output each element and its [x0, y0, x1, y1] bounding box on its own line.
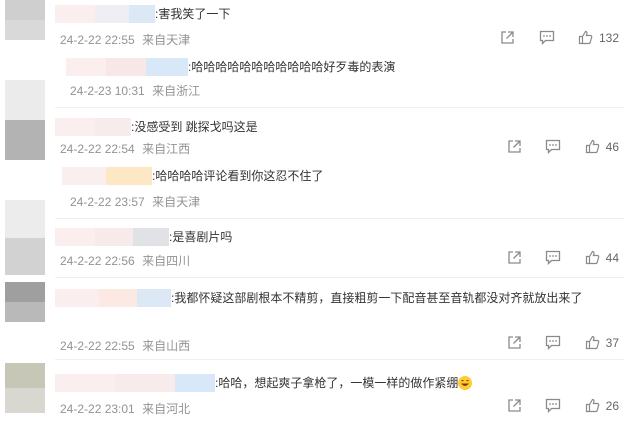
timestamp: 24-2-23 10:31 — [70, 84, 145, 98]
reply-meta: 24-2-23 10:31 来自浙江 — [70, 82, 200, 99]
timestamp: 24-2-22 22:56 — [60, 254, 135, 268]
comment-meta: 24-2-22 22:56 来自四川 — [60, 252, 190, 269]
location: 来自天津 — [152, 195, 201, 209]
like-count: 37 — [605, 335, 619, 350]
comment-actions: 37 — [487, 335, 619, 351]
comment-meta: 24-2-22 22:55 来自山西 — [60, 337, 190, 354]
location: 来自江西 — [142, 142, 191, 156]
comment-body: :我都怀疑这部剧根本不精剪，直接粗剪一下配音甚至音轨都没对齐就放出来了 — [55, 289, 620, 307]
comment-text: :我都怀疑这部剧根本不精剪，直接粗剪一下配音甚至音轨都没对齐就放出来了 — [171, 291, 583, 305]
comment-meta: 24-2-22 22:55 来自天津 — [60, 31, 190, 48]
divider — [55, 277, 624, 278]
comment-actions: 26 — [487, 398, 619, 414]
divider — [55, 107, 624, 108]
reply-body: :哈哈哈哈哈哈哈哈哈哈哈好歹毒的表演 — [66, 58, 395, 76]
avatar[interactable] — [5, 282, 45, 322]
like-button[interactable]: 44 — [585, 250, 619, 265]
timestamp: 24-2-22 23:57 — [70, 195, 145, 209]
avatar[interactable] — [5, 363, 45, 413]
avatar[interactable] — [5, 200, 45, 275]
location: 来自河北 — [142, 402, 191, 416]
thumbs-up-icon — [578, 31, 593, 45]
comment-body: :是喜剧片吗 — [55, 228, 232, 246]
thumbs-up-icon — [585, 399, 599, 413]
comment-meta: 24-2-22 23:01 来自河北 — [60, 400, 190, 417]
comment-icon[interactable] — [545, 139, 561, 155]
thumbs-up-icon — [585, 140, 599, 154]
timestamp: 24-2-22 23:01 — [60, 402, 135, 416]
comment-icon[interactable] — [545, 250, 561, 266]
divider — [55, 359, 624, 360]
reply-meta: 24-2-22 23:57 来自天津 — [70, 193, 200, 210]
like-button[interactable]: 26 — [585, 398, 619, 413]
reply-text: :哈哈哈哈哈哈哈哈哈哈哈好歹毒的表演 — [188, 60, 396, 74]
username[interactable] — [62, 167, 152, 185]
comment-icon[interactable] — [545, 335, 561, 351]
grinning-emoji-icon — [458, 376, 473, 390]
like-count: 26 — [605, 398, 619, 413]
like-button[interactable]: 46 — [585, 139, 619, 154]
location: 来自四川 — [142, 254, 191, 268]
comment-icon[interactable] — [539, 30, 555, 46]
comment-text: :没感受到 跳探戈吗这是 — [131, 120, 258, 134]
like-button[interactable]: 37 — [585, 335, 619, 350]
comment-body: :没感受到 跳探戈吗这是 — [55, 118, 258, 136]
comment-text: :害我笑了一下 — [155, 7, 231, 21]
location: 来自天津 — [142, 33, 191, 47]
username[interactable] — [55, 228, 169, 246]
username[interactable] — [55, 289, 171, 307]
like-button[interactable]: 132 — [578, 30, 619, 45]
comment-body: :害我笑了一下 — [55, 5, 230, 23]
like-count: 44 — [605, 250, 619, 265]
username[interactable] — [55, 5, 155, 23]
location: 来自浙江 — [152, 84, 201, 98]
share-icon[interactable] — [507, 139, 522, 154]
comment-text: :是喜剧片吗 — [169, 230, 233, 244]
comment-actions: 44 — [487, 250, 619, 266]
timestamp: 24-2-22 22:54 — [60, 142, 135, 156]
share-icon[interactable] — [507, 335, 522, 350]
thumbs-up-icon — [585, 251, 599, 265]
username[interactable] — [55, 374, 215, 392]
like-count: 132 — [598, 30, 619, 45]
avatar[interactable] — [5, 0, 45, 40]
share-icon[interactable] — [507, 250, 522, 265]
username[interactable] — [55, 118, 131, 136]
comment-actions: 46 — [487, 139, 619, 155]
avatar[interactable] — [5, 80, 45, 160]
share-icon[interactable] — [500, 30, 515, 45]
reply-text: :哈哈哈哈评论看到你这忍不住了 — [152, 169, 324, 183]
reply-body: :哈哈哈哈评论看到你这忍不住了 — [62, 167, 323, 185]
divider — [55, 218, 624, 219]
timestamp: 24-2-22 22:55 — [60, 33, 135, 47]
comment-text: :哈哈，想起爽子拿枪了，一模一样的做作紧绷 — [215, 376, 459, 390]
comment-body: :哈哈，想起爽子拿枪了，一模一样的做作紧绷 — [55, 374, 473, 392]
comment-meta: 24-2-22 22:54 来自江西 — [60, 140, 190, 157]
comment-icon[interactable] — [545, 398, 561, 414]
location: 来自山西 — [142, 339, 191, 353]
comment-actions: 132 — [480, 30, 619, 46]
username[interactable] — [66, 58, 188, 76]
thumbs-up-icon — [585, 336, 599, 350]
timestamp: 24-2-22 22:55 — [60, 339, 135, 353]
share-icon[interactable] — [507, 398, 522, 413]
like-count: 46 — [605, 139, 619, 154]
